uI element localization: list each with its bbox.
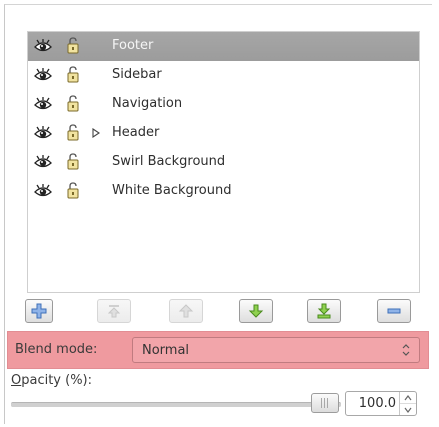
chevron-down-icon: [404, 407, 412, 413]
opacity-slider-handle[interactable]: [311, 393, 339, 413]
blend-mode-row: Blend mode: Normal: [7, 331, 429, 369]
arrow-down-icon: [248, 304, 264, 318]
grip-line: [327, 398, 328, 408]
eye-icon[interactable]: [34, 39, 52, 53]
arrow-up-icon: [178, 304, 194, 318]
spin-down-button[interactable]: [400, 404, 416, 415]
plus-icon: [31, 303, 47, 319]
lower-layer-button[interactable]: [239, 299, 273, 323]
raise-layer-button[interactable]: [169, 299, 203, 323]
lock-icon[interactable]: [67, 153, 79, 170]
chevron-up-icon: [404, 394, 412, 400]
lock-icon[interactable]: [67, 37, 79, 54]
layer-row[interactable]: White Background: [28, 177, 419, 206]
delete-layer-button[interactable]: [377, 299, 411, 323]
lower-to-bottom-icon: [317, 303, 331, 319]
lock-icon[interactable]: [67, 182, 79, 199]
minus-icon: [387, 308, 401, 314]
grip-line: [321, 398, 322, 408]
expander-arrow-icon[interactable]: [92, 128, 100, 138]
lower-to-bottom-button[interactable]: [307, 299, 341, 323]
eye-icon[interactable]: [34, 97, 52, 111]
lock-icon[interactable]: [67, 95, 79, 112]
opacity-value-input[interactable]: [346, 392, 398, 415]
layer-row[interactable]: Header: [28, 119, 419, 148]
eye-icon[interactable]: [34, 155, 52, 169]
layer-row[interactable]: Footer: [28, 32, 419, 61]
layer-list: Footer Sidebar Navigation Header Swirl B…: [27, 31, 420, 293]
eye-icon[interactable]: [34, 68, 52, 82]
opacity-label: Opacity (%):: [11, 373, 92, 388]
layer-row[interactable]: Swirl Background: [28, 148, 419, 177]
layer-row[interactable]: Navigation: [28, 90, 419, 119]
raise-to-top-icon: [107, 305, 121, 318]
opacity-label-text: pacity (%):: [21, 373, 93, 388]
layers-panel: Footer Sidebar Navigation Header Swirl B…: [4, 4, 432, 424]
layer-name: Footer: [112, 38, 154, 53]
layer-name: Navigation: [112, 96, 183, 111]
select-arrows-icon: [402, 344, 410, 356]
raise-to-top-button[interactable]: [97, 299, 131, 323]
grip-line: [324, 398, 325, 408]
blend-mode-label: Blend mode:: [15, 342, 98, 357]
opacity-label-mnemonic: O: [11, 373, 22, 388]
blend-mode-select[interactable]: Normal: [132, 337, 420, 363]
blend-mode-value: Normal: [142, 343, 190, 358]
lock-icon[interactable]: [67, 124, 79, 141]
layer-name: White Background: [112, 183, 232, 198]
layer-name: Swirl Background: [112, 154, 226, 169]
new-layer-button[interactable]: [25, 299, 53, 323]
opacity-slider-fill: [11, 403, 341, 407]
spin-buttons: [399, 392, 416, 415]
layer-name: Sidebar: [112, 67, 162, 82]
layer-row[interactable]: Sidebar: [28, 61, 419, 90]
spin-up-button[interactable]: [400, 392, 416, 404]
opacity-spinbox[interactable]: [345, 391, 417, 416]
eye-icon[interactable]: [34, 184, 52, 198]
opacity-slider-track[interactable]: [11, 402, 341, 407]
layer-name: Header: [112, 125, 160, 140]
eye-icon[interactable]: [34, 126, 52, 140]
lock-icon[interactable]: [67, 66, 79, 83]
